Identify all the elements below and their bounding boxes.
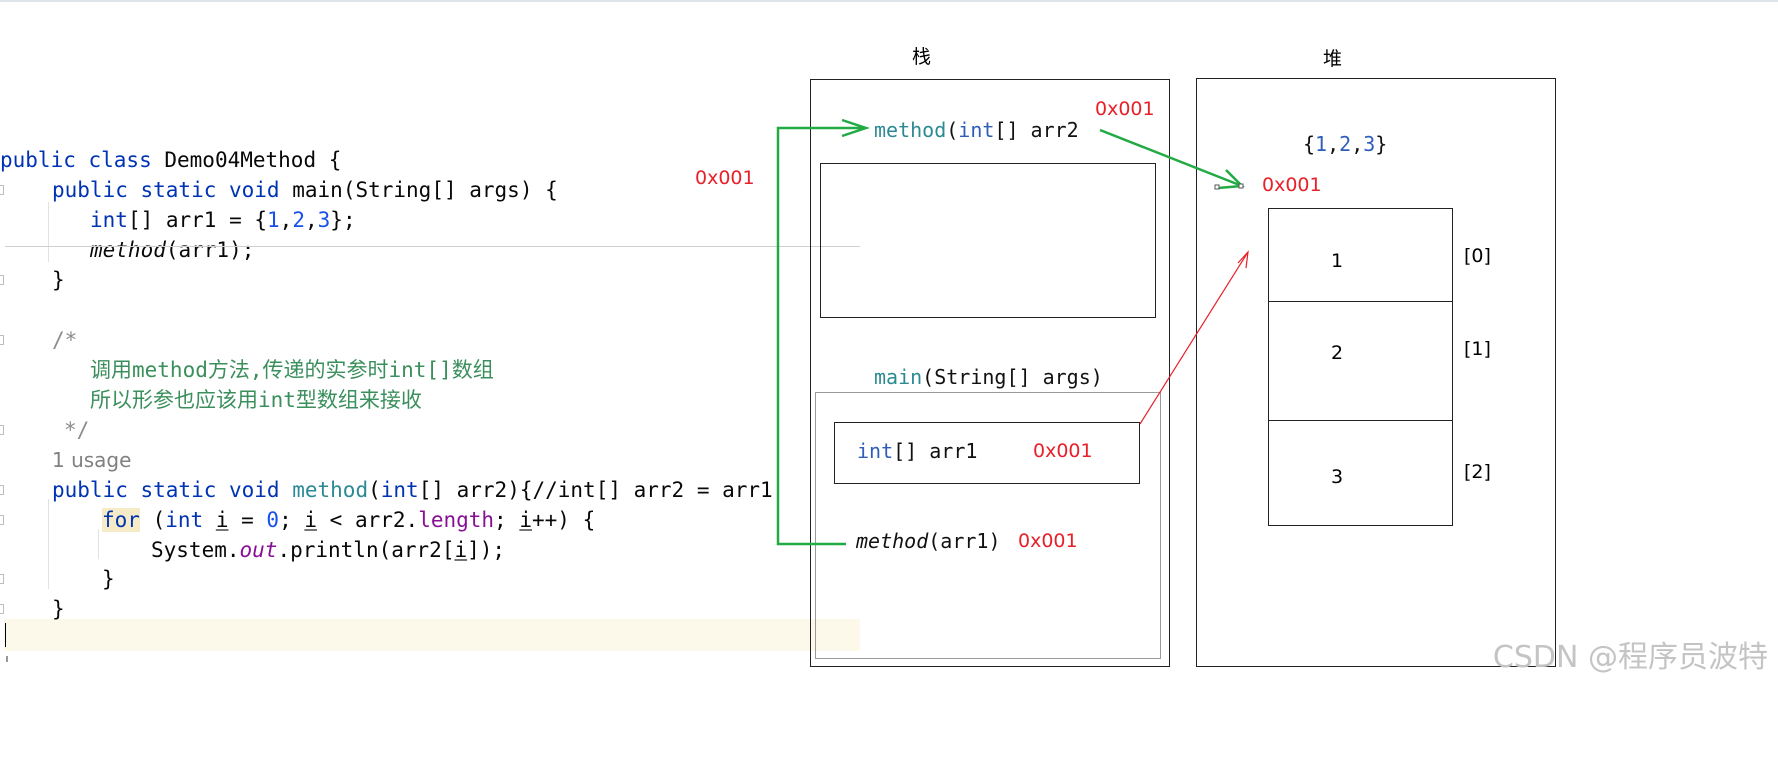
arr1-to-heap-arrow xyxy=(1139,251,1249,425)
arrow-endpoint-marker xyxy=(1214,184,1220,190)
watermark: CSDN @程序员波特 xyxy=(1492,640,1768,675)
call-to-method-arrow xyxy=(776,126,866,546)
red-arrows xyxy=(1139,250,1249,425)
green-arrows xyxy=(776,118,1245,546)
arr2-to-heap-arrow xyxy=(1099,128,1243,188)
arrow-endpoint-marker xyxy=(1238,183,1244,189)
